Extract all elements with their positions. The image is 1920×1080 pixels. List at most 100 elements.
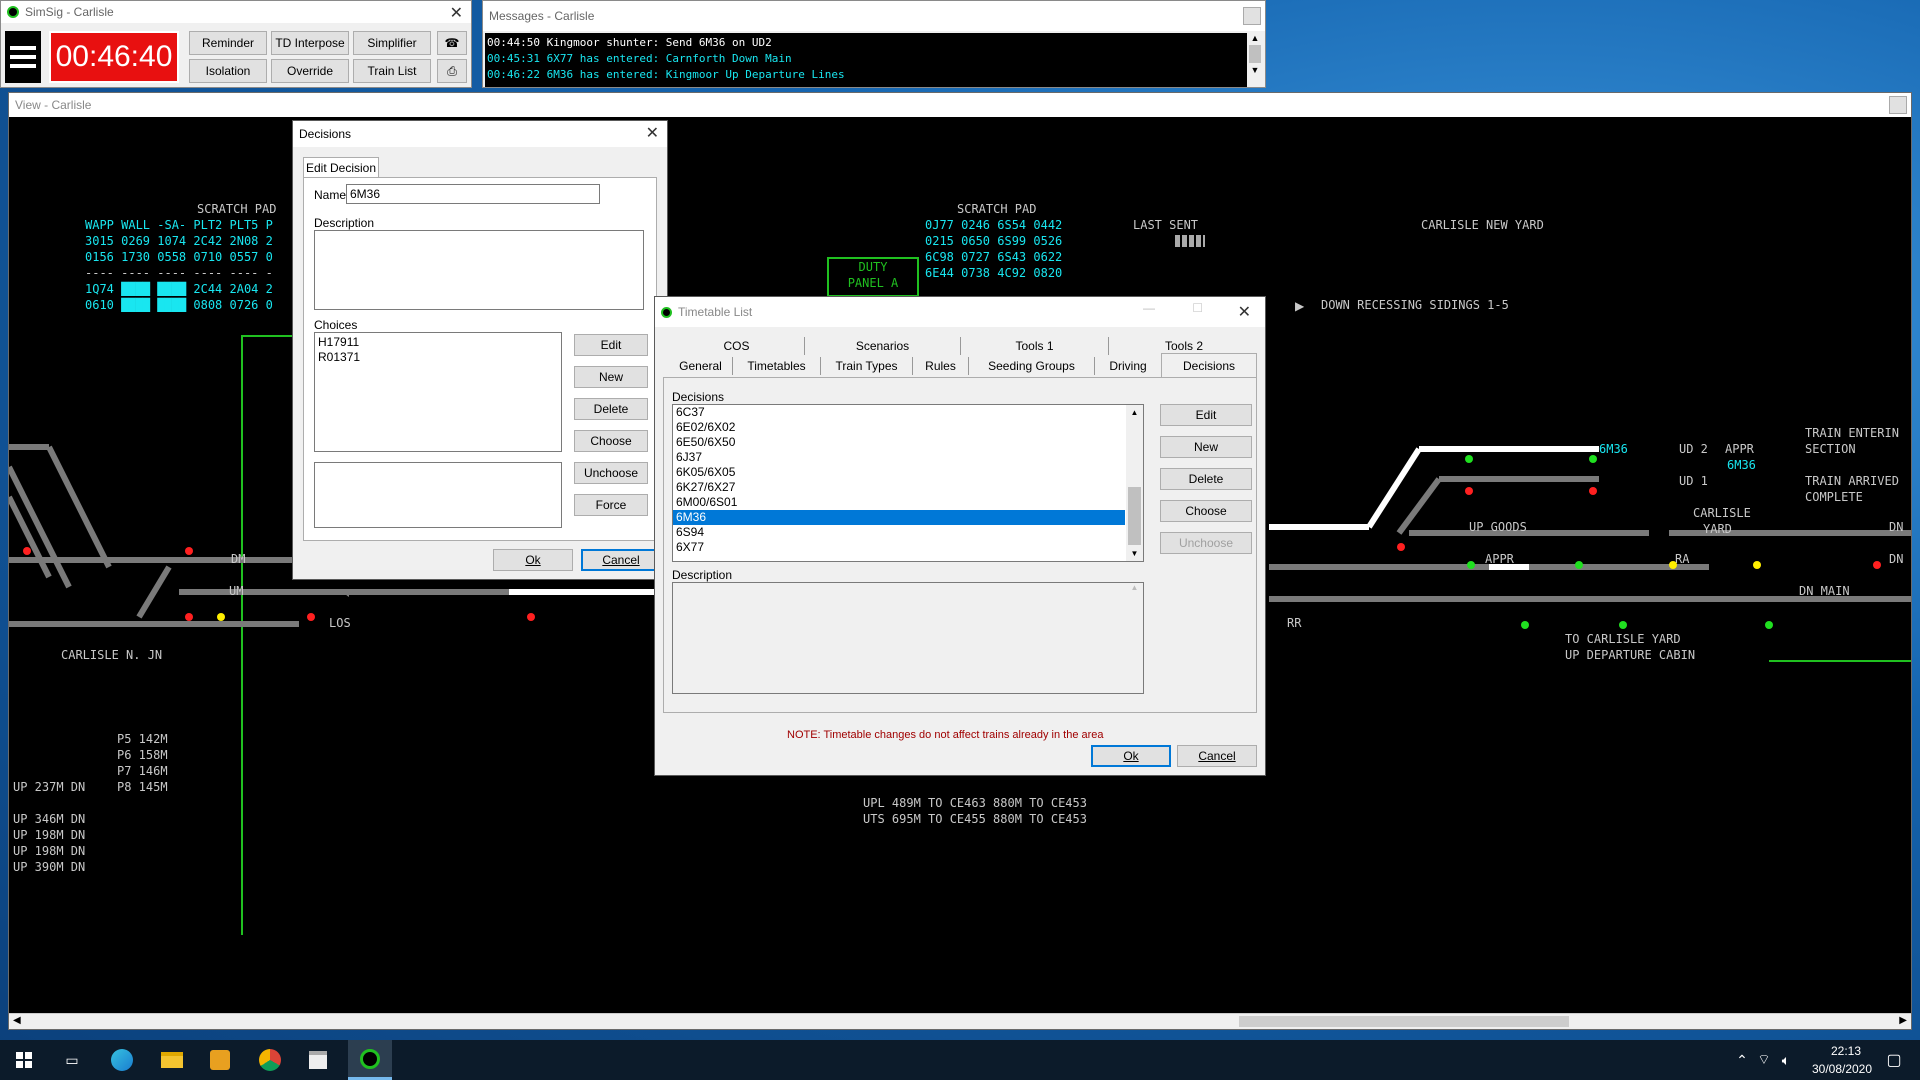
signal-red[interactable] xyxy=(185,547,193,555)
decision-item[interactable]: 6E50/6X50 xyxy=(673,435,1143,450)
menu-button[interactable] xyxy=(5,31,41,83)
decision-item[interactable]: 6K27/6X27 xyxy=(673,480,1143,495)
close-icon[interactable]: ✕ xyxy=(1238,302,1251,322)
notification-icon[interactable]: ▢ xyxy=(1880,1046,1908,1074)
decision-item[interactable]: 6E02/6X02 xyxy=(673,420,1143,435)
unchoose-button[interactable]: Unchoose xyxy=(574,462,648,484)
signal-red[interactable] xyxy=(185,613,193,621)
scroll-left-icon[interactable]: ◀ xyxy=(13,1015,21,1026)
td-interpose-button[interactable]: TD Interpose xyxy=(271,31,349,55)
decision-item[interactable]: 6M00/6S01 xyxy=(673,495,1143,510)
minimize-icon[interactable]: — xyxy=(1143,301,1155,315)
decision-item[interactable]: 6X77 xyxy=(673,540,1143,555)
choices-list[interactable]: H17911 R01371 xyxy=(314,332,562,452)
force-button[interactable]: Force xyxy=(574,494,648,516)
clock[interactable]: 00:46:40 xyxy=(49,31,179,83)
signal-yellow[interactable] xyxy=(217,613,225,621)
cancel-button[interactable]: Cancel xyxy=(581,549,661,571)
decision-item[interactable]: 6J37 xyxy=(673,450,1143,465)
file-explorer-icon[interactable] xyxy=(158,1046,186,1074)
horizontal-scrollbar[interactable]: ◀ ▶ xyxy=(9,1013,1911,1029)
description-scrollbar[interactable]: ▲ xyxy=(1126,583,1143,693)
phone-button[interactable]: ☎ xyxy=(437,31,467,55)
signal-green[interactable] xyxy=(1575,561,1583,569)
tab-tools-1[interactable]: Tools 1 xyxy=(961,337,1109,355)
signal-red[interactable] xyxy=(1465,487,1473,495)
new-decision-button[interactable]: New xyxy=(1160,436,1252,458)
clock-time[interactable]: 22:13 xyxy=(1816,1044,1876,1058)
simplifier-button[interactable]: Simplifier xyxy=(353,31,431,55)
scroll-thumb[interactable] xyxy=(1239,1016,1569,1027)
decision-item[interactable]: 6C37 xyxy=(673,405,1143,420)
edit-decision-tab[interactable]: Edit Decision xyxy=(303,157,379,177)
tab-train-types[interactable]: Train Types xyxy=(821,357,913,375)
print-button[interactable]: ⎙ xyxy=(437,59,467,83)
signal-green[interactable] xyxy=(1619,621,1627,629)
tab-driving[interactable]: Driving xyxy=(1095,357,1161,375)
scroll-up-icon[interactable]: ▲ xyxy=(1126,405,1143,420)
delete-choice-button[interactable]: Delete xyxy=(574,398,648,420)
messages-scrollbar[interactable]: ▲ ▼ xyxy=(1247,33,1263,87)
isolation-button[interactable]: Isolation xyxy=(189,59,267,83)
decision-item[interactable]: 6K05/6X05 xyxy=(673,465,1143,480)
edge-browser-icon[interactable] xyxy=(108,1046,136,1074)
view-restore-icon[interactable] xyxy=(1889,96,1907,114)
signal-green[interactable] xyxy=(1467,561,1475,569)
edit-choice-button[interactable]: Edit xyxy=(574,334,648,356)
messages-restore-icon[interactable] xyxy=(1243,7,1261,25)
choose-decision-button[interactable]: Choose xyxy=(1160,500,1252,522)
choice-item[interactable]: R01371 xyxy=(318,350,558,365)
new-choice-button[interactable]: New xyxy=(574,366,648,388)
signal-yellow[interactable] xyxy=(1669,561,1677,569)
signal-red[interactable] xyxy=(1589,487,1597,495)
store-icon[interactable] xyxy=(304,1046,332,1074)
scroll-down-icon[interactable]: ▼ xyxy=(1126,546,1143,561)
reminder-button[interactable]: Reminder xyxy=(189,31,267,55)
tab-scenarios[interactable]: Scenarios xyxy=(805,337,961,355)
description-field[interactable] xyxy=(314,230,644,310)
tab-decisions[interactable]: Decisions xyxy=(1161,353,1257,377)
task-view-icon[interactable]: ▭ xyxy=(58,1046,86,1074)
close-icon[interactable]: ✕ xyxy=(450,3,463,23)
start-windows-icon[interactable] xyxy=(10,1046,38,1074)
override-button[interactable]: Override xyxy=(271,59,349,83)
volume-icon[interactable]: 🔈︎ xyxy=(1772,1046,1800,1074)
name-field[interactable]: 6M36 xyxy=(346,184,600,204)
unchoose-decision-button[interactable]: Unchoose xyxy=(1160,532,1252,554)
decisions-list[interactable]: 6C37 6E02/6X02 6E50/6X50 6J37 6K05/6X05 … xyxy=(672,404,1144,562)
signal-red[interactable] xyxy=(307,613,315,621)
decision-item[interactable]: 6S94 xyxy=(673,525,1143,540)
scroll-down-icon[interactable]: ▼ xyxy=(1247,65,1263,75)
duty-panel-box[interactable]: DUTY PANEL A xyxy=(827,257,919,297)
chrome-icon[interactable] xyxy=(256,1046,284,1074)
messages-log[interactable]: 00:44:50 Kingmoor shunter: Send 6M36 on … xyxy=(485,33,1249,87)
scroll-up-icon[interactable]: ▲ xyxy=(1247,33,1263,43)
scroll-thumb[interactable] xyxy=(1249,45,1261,63)
clock-date[interactable]: 30/08/2020 xyxy=(1802,1062,1882,1076)
tab-seeding-groups[interactable]: Seeding Groups xyxy=(969,357,1095,375)
signal-green[interactable] xyxy=(1765,621,1773,629)
close-icon[interactable]: ✕ xyxy=(646,123,659,143)
signal-red[interactable] xyxy=(1873,561,1881,569)
decision-item-selected[interactable]: 6M36 xyxy=(673,510,1125,525)
tab-rules[interactable]: Rules xyxy=(913,357,969,375)
decisions-list-scrollbar[interactable]: ▲ ▼ xyxy=(1126,405,1143,561)
tab-general[interactable]: General xyxy=(669,357,733,375)
signal-yellow[interactable] xyxy=(1753,561,1761,569)
scroll-right-icon[interactable]: ▶ xyxy=(1899,1015,1907,1026)
berth-6m36[interactable]: 6M36 xyxy=(1727,457,1756,473)
timetable-cancel-button[interactable]: Cancel xyxy=(1177,745,1257,767)
train-list-button[interactable]: Train List xyxy=(353,59,431,83)
signal-green[interactable] xyxy=(1465,455,1473,463)
timetable-ok-button[interactable]: Ok xyxy=(1091,745,1171,767)
tab-cos[interactable]: COS xyxy=(669,337,805,355)
tab-timetables[interactable]: Timetables xyxy=(733,357,821,375)
simsig-taskbar-icon[interactable] xyxy=(348,1040,392,1080)
scroll-thumb[interactable] xyxy=(1128,487,1141,545)
choose-button[interactable]: Choose xyxy=(574,430,648,452)
signal-green[interactable] xyxy=(1589,455,1597,463)
maximize-icon[interactable]: ☐ xyxy=(1192,301,1203,315)
signal-green[interactable] xyxy=(1521,621,1529,629)
delete-decision-button[interactable]: Delete xyxy=(1160,468,1252,490)
signal-red[interactable] xyxy=(23,547,31,555)
